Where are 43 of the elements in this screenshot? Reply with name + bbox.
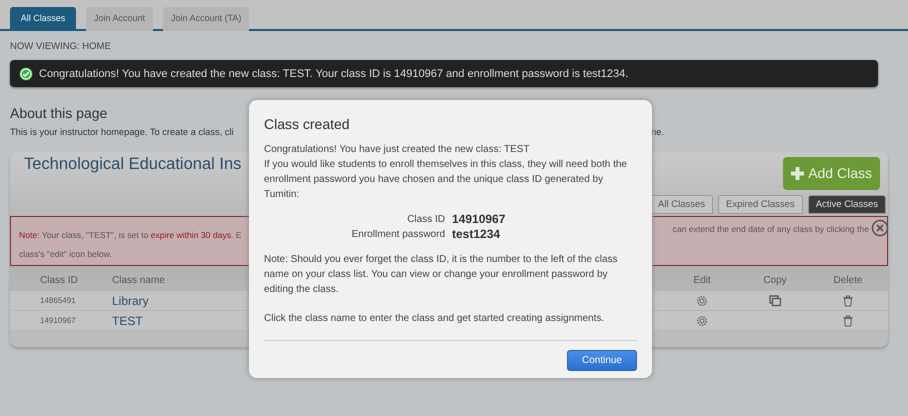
dialog-text: If you would like students to enroll themselves in this class, they will need both the enrollment password you have chosen and the unique class ID generated by Tumitin: bbox=[264, 158, 628, 202]
class-link[interactable]: Library bbox=[112, 292, 149, 310]
field-label: Enrollment password bbox=[352, 228, 445, 242]
field-value: 14910967 bbox=[452, 212, 506, 227]
section-heading: About this page bbox=[10, 104, 108, 124]
notice-text: class's "edit" icon below. bbox=[19, 248, 112, 262]
dialog-title: Class created bbox=[264, 117, 351, 132]
table-cell-text: 14910967 bbox=[40, 314, 77, 327]
column-header: Delete bbox=[834, 274, 862, 288]
institution-title: Technological Educational Ins bbox=[24, 154, 242, 176]
tab[interactable]: Join Account (TA) bbox=[163, 7, 250, 31]
dialog-text: Note: Should you ever forget the class ID, it is the number to the left of the class name on your class list. You can view or change your enrollment password by editing the class. bbox=[264, 253, 619, 297]
column-header: Class name bbox=[112, 274, 165, 288]
breadcrumb: NOW VIEWING: HOME bbox=[10, 41, 111, 52]
tab[interactable]: All Classes bbox=[10, 7, 76, 31]
copy-icon[interactable] bbox=[769, 294, 781, 307]
plus-icon bbox=[791, 167, 804, 180]
dialog-text: Congratulations! You have just created the new class: TEST bbox=[264, 143, 531, 157]
dialog-text: Click the class name to enter the class and get started creating assignments. bbox=[264, 312, 606, 326]
class-link[interactable]: TEST bbox=[112, 312, 143, 330]
trash-icon[interactable] bbox=[842, 314, 854, 327]
field-value: test1234 bbox=[452, 227, 502, 242]
gear-icon[interactable] bbox=[696, 294, 708, 307]
tab[interactable]: Join Account bbox=[86, 7, 154, 31]
close-icon[interactable] bbox=[871, 219, 889, 238]
add-class-button[interactable]: Add Class bbox=[783, 157, 880, 190]
notice-text: Note: Your class, "TEST", is set to expire within 30 days. E bbox=[19, 229, 242, 242]
field-label: Class ID bbox=[407, 213, 445, 227]
trash-icon[interactable] bbox=[842, 294, 854, 307]
banner-text: Congratulations! You have created the new class: TEST. Your class ID is 14910967 and enrollment password is test1234. bbox=[39, 66, 628, 82]
filter-tab[interactable]: Active Classes bbox=[808, 195, 886, 214]
filter-tab[interactable]: All Classes bbox=[650, 195, 714, 214]
description-text: This is your instructor homepage. To create a class, cli bbox=[10, 126, 234, 140]
description-text: ne. bbox=[651, 126, 664, 140]
filter-tab[interactable]: Expired Classes bbox=[718, 195, 803, 214]
column-header: Edit bbox=[693, 274, 711, 288]
gear-icon[interactable] bbox=[696, 314, 708, 327]
column-header: Copy bbox=[763, 274, 787, 288]
notice-text: can extend the end date of any class by clicking the bbox=[672, 223, 869, 236]
column-header: Class ID bbox=[40, 274, 78, 288]
continue-button[interactable]: Continue bbox=[566, 350, 637, 371]
table-cell-text: 14865491 bbox=[40, 294, 77, 307]
check-circle-icon bbox=[19, 66, 33, 81]
